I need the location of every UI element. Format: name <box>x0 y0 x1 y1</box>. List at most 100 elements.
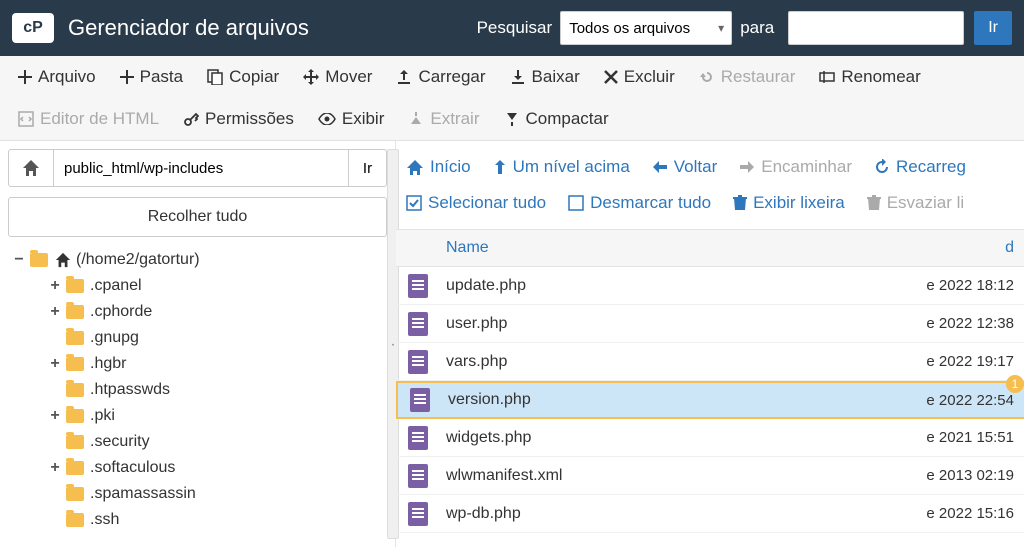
tree-node[interactable]: +.hgbr <box>8 351 387 377</box>
toolbar-início[interactable]: Início <box>406 157 471 177</box>
file-row[interactable]: vars.phpe 2022 19:17 <box>396 343 1024 381</box>
back-icon <box>652 160 668 174</box>
home-icon <box>406 159 424 175</box>
tree-toggle[interactable]: + <box>48 407 62 425</box>
toolbar-excluir[interactable]: Excluir <box>592 56 687 98</box>
copy-icon <box>207 69 223 85</box>
search-input[interactable] <box>788 11 964 45</box>
folder-icon <box>66 331 84 345</box>
toolbar-permissões[interactable]: Permissões <box>171 98 306 140</box>
file-list: update.phpe 2022 18:12user.phpe 2022 12:… <box>396 267 1024 547</box>
file-row[interactable]: version.phpe 2022 22:541 <box>396 381 1024 419</box>
home-icon <box>21 159 41 177</box>
toolbar-encaminhar[interactable]: Encaminhar <box>739 157 852 177</box>
collapse-all-button[interactable]: Recolher tudo <box>8 197 387 237</box>
search-scope-select[interactable]: Todos os arquivos <box>560 11 732 45</box>
toolbar-arquivo[interactable]: Arquivo <box>6 56 108 98</box>
tree-toggle[interactable]: + <box>48 355 62 373</box>
file-row[interactable]: wlwmanifest.xmle 2013 02:19 <box>396 457 1024 495</box>
file-content: Início Um nível acima Voltar Encaminhar Reca… <box>396 141 1024 547</box>
file-row[interactable]: update.phpe 2022 18:12 <box>396 267 1024 305</box>
tree-node[interactable]: +.ssh <box>8 507 387 533</box>
path-input[interactable] <box>54 149 349 187</box>
toolbar-um-nível-acima[interactable]: Um nível acima <box>493 157 630 177</box>
file-row[interactable]: wp-db.phpe 2022 15:16 <box>396 495 1024 533</box>
tree-toggle[interactable]: + <box>48 459 62 477</box>
folder-icon <box>66 461 84 475</box>
folder-icon <box>66 305 84 319</box>
tree-root[interactable]: − (/home2/gatortur) <box>8 247 387 273</box>
toolbar-baixar[interactable]: Baixar <box>498 56 592 98</box>
home-icon <box>54 252 72 268</box>
file-icon <box>408 274 428 298</box>
tree-node[interactable]: +.htpasswds <box>8 377 387 403</box>
toolbar-carregar[interactable]: Carregar <box>384 56 497 98</box>
file-icon <box>408 426 428 450</box>
toolbar-pasta[interactable]: Pasta <box>108 56 195 98</box>
search-go-button[interactable]: Ir <box>974 11 1012 45</box>
main-toolbar: ArquivoPastaCopiarMoverCarregarBaixarExc… <box>0 56 1024 141</box>
rename-icon <box>819 69 835 85</box>
for-label: para <box>740 18 774 38</box>
toolbar-esvaziar-li[interactable]: Esvaziar li <box>867 193 964 213</box>
col-name[interactable]: Name <box>426 239 904 257</box>
file-row[interactable]: widgets.phpe 2021 15:51 <box>396 419 1024 457</box>
reload-icon <box>874 159 890 175</box>
home-button[interactable] <box>8 149 54 187</box>
file-row[interactable]: user.phpe 2022 12:38 <box>396 305 1024 343</box>
eye-icon <box>318 113 336 125</box>
uncheck-icon <box>568 195 584 211</box>
folder-icon <box>66 513 84 527</box>
app-title: Gerenciador de arquivos <box>68 15 469 41</box>
plus-icon <box>18 70 32 84</box>
folder-icon <box>66 279 84 293</box>
annotation-badge: 1 <box>1006 375 1024 393</box>
html-icon <box>18 111 34 127</box>
toolbar-recarreg[interactable]: Recarreg <box>874 157 966 177</box>
folder-icon <box>66 409 84 423</box>
toolbar-renomear[interactable]: Renomear <box>807 56 932 98</box>
toolbar-desmarcar-tudo[interactable]: Desmarcar tudo <box>568 193 711 213</box>
x-icon <box>604 70 618 84</box>
app-header: cP Gerenciador de arquivos Pesquisar Tod… <box>0 0 1024 56</box>
path-go-button[interactable]: Ir <box>349 149 387 187</box>
trash-icon <box>733 195 747 211</box>
tree-node[interactable]: +.security <box>8 429 387 455</box>
search-label: Pesquisar <box>477 18 553 38</box>
tree-node[interactable]: +.softaculous <box>8 455 387 481</box>
toolbar-mover[interactable]: Mover <box>291 56 384 98</box>
download-icon <box>510 69 526 85</box>
tree-node[interactable]: +.gnupg <box>8 325 387 351</box>
folder-icon <box>66 487 84 501</box>
check-icon <box>406 195 422 211</box>
toolbar-copiar[interactable]: Copiar <box>195 56 291 98</box>
folder-icon <box>66 383 84 397</box>
tree-toggle[interactable]: + <box>48 277 62 295</box>
trash-icon <box>867 195 881 211</box>
plus-icon <box>120 70 134 84</box>
file-icon <box>408 502 428 526</box>
key-icon <box>183 111 199 127</box>
extract-icon <box>408 111 424 127</box>
compress-icon <box>504 111 520 127</box>
file-icon <box>408 312 428 336</box>
toolbar-restaurar: Restaurar <box>687 56 808 98</box>
toolbar-exibir-lixeira[interactable]: Exibir lixeira <box>733 193 845 213</box>
table-header: Name d <box>396 229 1024 267</box>
tree-node[interactable]: +.cphorde <box>8 299 387 325</box>
toolbar-compactar[interactable]: Compactar <box>492 98 621 140</box>
up-icon <box>493 159 507 175</box>
file-icon <box>410 388 430 412</box>
upload-icon <box>396 69 412 85</box>
tree-toggle[interactable]: + <box>48 303 62 321</box>
toolbar-extrair: Extrair <box>396 98 491 140</box>
toolbar-voltar[interactable]: Voltar <box>652 157 717 177</box>
toolbar-exibir[interactable]: Exibir <box>306 98 397 140</box>
tree-node[interactable]: +.cpanel <box>8 273 387 299</box>
toolbar-editor-de-html: Editor de HTML <box>6 98 171 140</box>
tree-node[interactable]: +.pki <box>8 403 387 429</box>
move-icon <box>303 69 319 85</box>
col-date[interactable]: d <box>904 239 1024 257</box>
toolbar-selecionar-tudo[interactable]: Selecionar tudo <box>406 193 546 213</box>
tree-node[interactable]: +.spamassassin <box>8 481 387 507</box>
